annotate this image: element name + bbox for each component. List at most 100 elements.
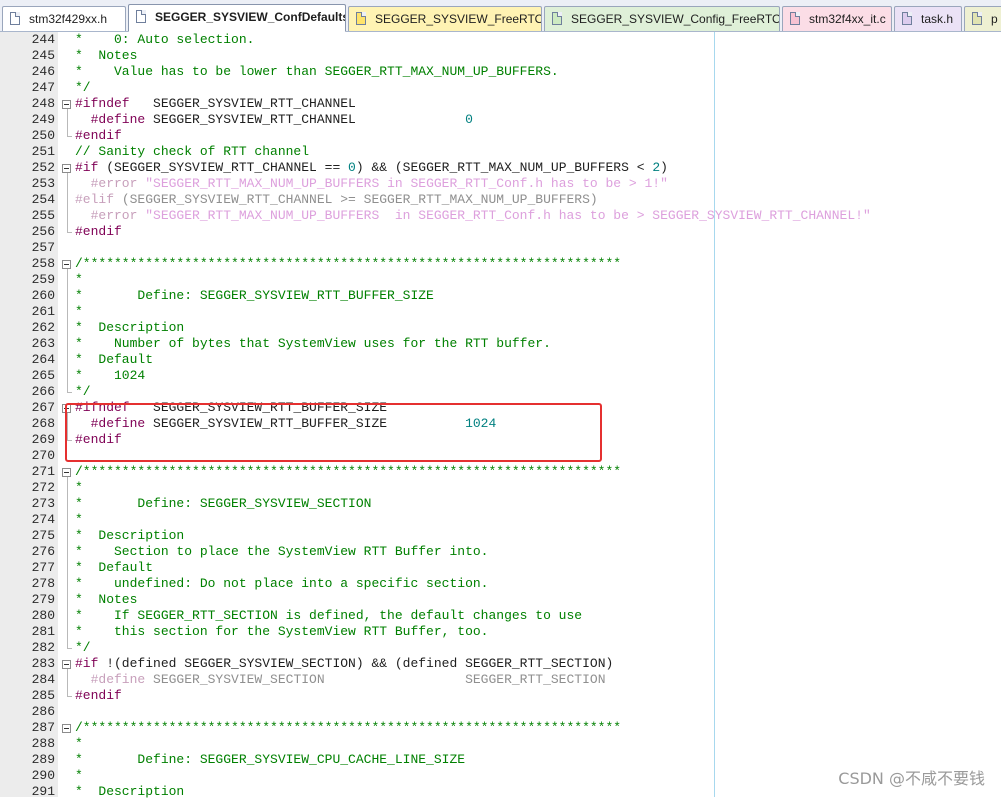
line-number: 277 (31, 560, 55, 575)
line-number: 288 (31, 736, 55, 751)
code-token: * Default (75, 352, 154, 367)
code-token: "SEGGER_RTT_MAX_NUM_UP_BUFFERS in SEGGER… (137, 208, 871, 223)
line-number: 270 (31, 448, 55, 463)
line-number: 284 (31, 672, 55, 687)
code-line: #endif (75, 688, 122, 704)
code-line: * (75, 480, 83, 496)
line-number: 272 (31, 480, 55, 495)
fold-end-mark (67, 136, 72, 137)
code-line: #define SEGGER_SYSVIEW_RTT_CHANNEL 0 (75, 112, 473, 128)
line-number: 250 (31, 128, 55, 143)
file-icon (356, 12, 366, 25)
file-tab[interactable]: SEGGER_SYSVIEW_FreeRTOS.h (348, 6, 542, 31)
fold-guide (67, 269, 68, 392)
code-token: * Description (75, 528, 185, 543)
code-token: * Define: SEGGER_SYSVIEW_SECTION (75, 496, 372, 511)
fold-guide (67, 173, 68, 232)
code-line: #endif (75, 224, 122, 240)
line-number: 289 (31, 752, 55, 767)
code-token: * Section to place the SystemView RTT Bu… (75, 544, 489, 559)
fold-guide (67, 669, 68, 696)
line-number: 263 (31, 336, 55, 351)
line-number: 249 (31, 112, 55, 127)
code-line: */ (75, 640, 91, 656)
code-token: #endif (75, 688, 122, 703)
file-tab[interactable]: SEGGER_SYSVIEW_Config_FreeRTOS.c (544, 6, 780, 31)
file-icon (972, 12, 982, 25)
code-token: #define (75, 112, 146, 127)
line-number: 280 (31, 608, 55, 623)
code-token: * (75, 304, 83, 319)
code-token: 0 (348, 160, 356, 175)
line-number: 278 (31, 576, 55, 591)
file-tab[interactable]: stm32f429xx.h (2, 6, 126, 31)
code-line: #elif (SEGGER_SYSVIEW_RTT_CHANNEL >= SEG… (75, 192, 598, 208)
code-token: */ (75, 384, 91, 399)
file-tab[interactable]: task.h (894, 6, 962, 31)
file-tab[interactable]: stm32f4xx_it.c (782, 6, 892, 31)
line-number: 285 (31, 688, 55, 703)
fold-guide (67, 109, 68, 136)
file-icon (552, 12, 562, 25)
fold-toggle[interactable] (62, 660, 71, 669)
line-number: 283 (31, 656, 55, 671)
line-number: 281 (31, 624, 55, 639)
editor-gutter: 244 245 246 247 248 249 250 251 252 253 254 255 256 2… (0, 32, 74, 799)
code-line: * 1024 (75, 368, 145, 384)
code-line: #if (SEGGER_SYSVIEW_RTT_CHANNEL == 0) &&… (75, 160, 668, 176)
code-token: * Default (75, 560, 154, 575)
fold-toggle[interactable] (62, 100, 71, 109)
line-number: 267 (31, 400, 55, 415)
file-tab[interactable]: SEGGER_SYSVIEW_ConfDefaults.h (128, 4, 346, 32)
line-number: 244 (31, 32, 55, 47)
line-number: 258 (31, 256, 55, 271)
code-token: * Number of bytes that SystemView uses f… (75, 336, 551, 351)
code-token: #define (75, 672, 146, 687)
line-number: 247 (31, 80, 55, 95)
line-number: 256 (31, 224, 55, 239)
line-number: 291 (31, 784, 55, 799)
code-token: * Define: SEGGER_SYSVIEW_RTT_BUFFER_SIZE (75, 288, 434, 303)
code-token: /***************************************… (75, 256, 622, 271)
code-token: */ (75, 640, 91, 655)
code-token: * Notes (75, 592, 138, 607)
file-icon (790, 12, 800, 25)
fold-toggle[interactable] (62, 164, 71, 173)
code-line: * Description (75, 320, 184, 336)
file-tab-label: SEGGER_SYSVIEW_Config_FreeRTOS.c (571, 12, 780, 26)
code-token: * (75, 512, 83, 527)
line-number: 287 (31, 720, 55, 735)
line-number: 290 (31, 768, 55, 783)
code-token: * undefined: Do not place into a specifi… (75, 576, 489, 591)
fold-end-mark (67, 648, 72, 649)
code-line: */ (75, 384, 91, 400)
code-token: #ifndef (75, 96, 130, 111)
code-line: * Define: SEGGER_SYSVIEW_RTT_BUFFER_SIZE (75, 288, 434, 304)
fold-end-mark (67, 392, 72, 393)
code-line: * Description (75, 528, 184, 544)
fold-toggle[interactable] (62, 724, 71, 733)
code-line: /***************************************… (75, 720, 621, 736)
code-token: * 0: Auto selection. (75, 32, 255, 47)
code-line: * Default (75, 352, 153, 368)
line-number: 279 (31, 592, 55, 607)
code-line: * (75, 736, 83, 752)
code-line: * Number of bytes that SystemView uses f… (75, 336, 551, 352)
code-line: * (75, 304, 83, 320)
file-tab-label: SEGGER_SYSVIEW_FreeRTOS.h (375, 12, 541, 26)
code-token: #if (75, 160, 99, 175)
fold-toggle[interactable] (62, 468, 71, 477)
code-line: * 0: Auto selection. (75, 32, 254, 48)
code-token: * (75, 480, 83, 495)
code-line: * Value has to be lower than SEGGER_RTT_… (75, 64, 559, 80)
line-number: 282 (31, 640, 55, 655)
file-tab[interactable]: p (964, 6, 1001, 31)
code-line: * Notes (75, 48, 137, 64)
code-token: "SEGGER_RTT_MAX_NUM_UP_BUFFERS in SEGGER… (137, 176, 668, 191)
code-token: // Sanity check of RTT channel (75, 144, 310, 159)
code-token: ) && (SEGGER_RTT_MAX_NUM_UP_BUFFERS < (355, 160, 653, 175)
fold-toggle[interactable] (62, 260, 71, 269)
code-line: /***************************************… (75, 464, 621, 480)
code-line: /***************************************… (75, 256, 621, 272)
code-token: 0 (465, 112, 473, 127)
